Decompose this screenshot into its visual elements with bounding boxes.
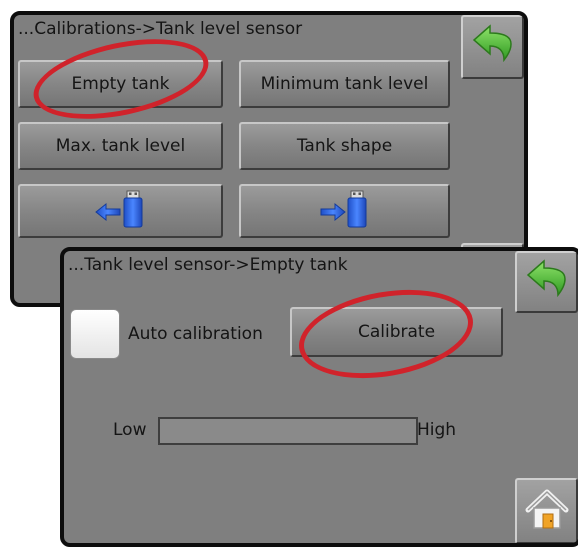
back-arrow-icon (525, 257, 569, 307)
empty-tank-button[interactable]: Empty tank (18, 60, 223, 108)
auto-calibration-checkbox[interactable] (70, 309, 120, 359)
tank-shape-label: Tank shape (296, 136, 393, 156)
empty-tank-label: Empty tank (71, 74, 170, 94)
low-label: Low (113, 420, 147, 440)
usb-export-icon (317, 189, 373, 234)
calibrate-label: Calibrate (357, 322, 436, 342)
max-tank-level-button[interactable]: Max. tank level (18, 122, 223, 170)
empty-tank-panel: ...Tank level sensor->Empty tank Auto ca… (60, 247, 578, 547)
high-label: High (417, 420, 457, 440)
tank-level-bar (158, 417, 418, 445)
back-button[interactable] (461, 15, 524, 79)
back-button[interactable] (515, 251, 578, 313)
max-tank-level-label: Max. tank level (55, 136, 186, 156)
tank-shape-button[interactable]: Tank shape (239, 122, 450, 170)
back-arrow-icon (471, 22, 515, 72)
home-button[interactable] (515, 478, 578, 543)
usb-import-button[interactable] (18, 184, 223, 238)
minimum-tank-level-label: Minimum tank level (260, 74, 429, 94)
calibrate-button[interactable]: Calibrate (290, 307, 503, 357)
minimum-tank-level-button[interactable]: Minimum tank level (239, 60, 450, 108)
home-icon (524, 486, 570, 536)
auto-calibration-label: Auto calibration (128, 324, 263, 344)
breadcrumb-title: ...Calibrations->Tank level sensor (18, 19, 303, 39)
usb-import-icon (93, 189, 149, 234)
usb-export-button[interactable] (239, 184, 450, 238)
breadcrumb-title: ...Tank level sensor->Empty tank (68, 255, 348, 275)
